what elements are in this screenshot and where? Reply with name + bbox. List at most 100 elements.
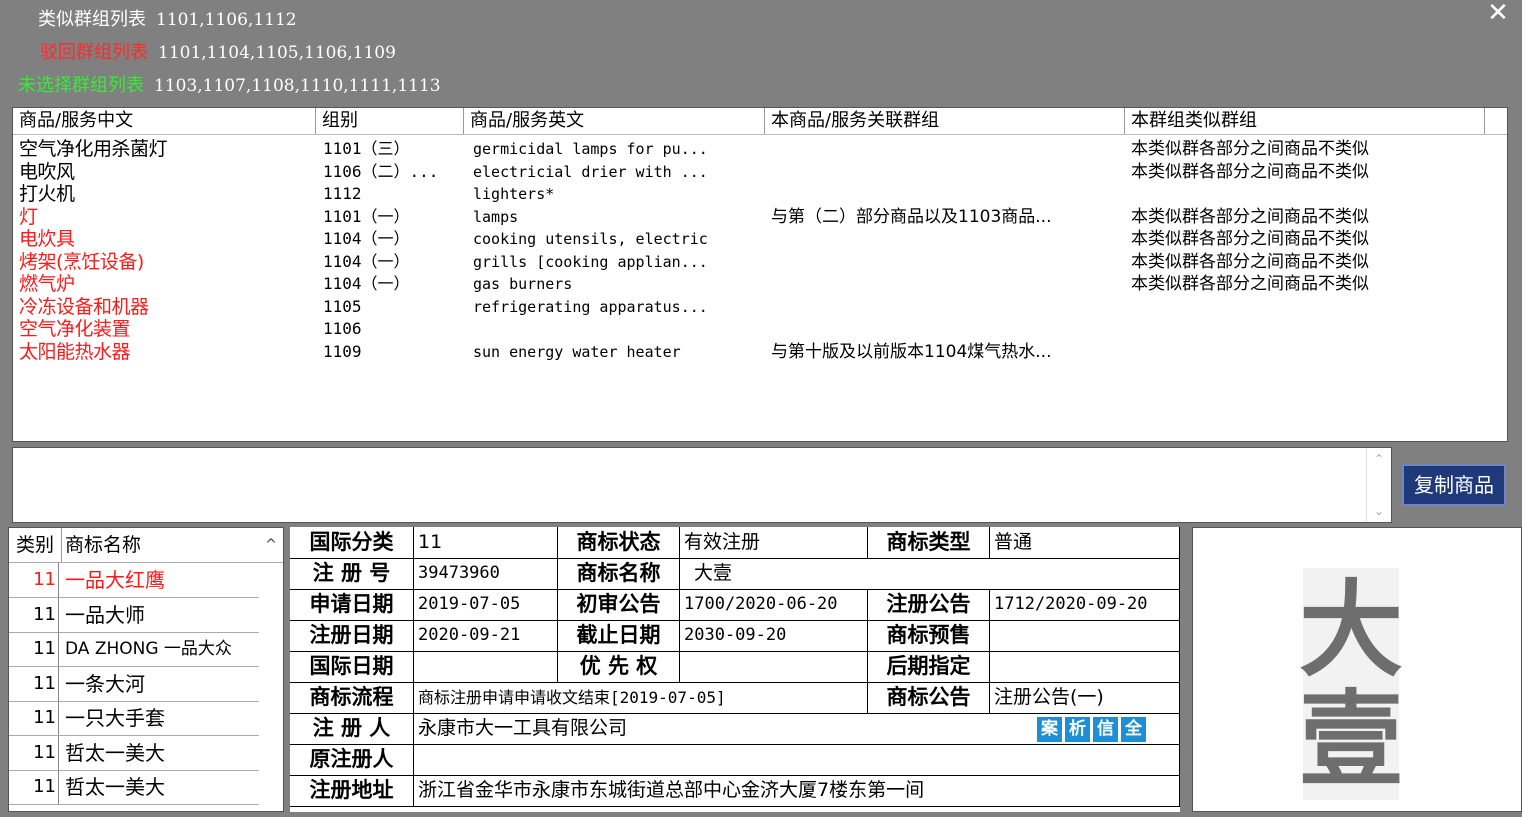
- goods-related: 与第（二）部分商品以及1103商品...: [771, 206, 1052, 227]
- goods-row[interactable]: 烤架(烹饪设备) 1104（一） grills [cooking applian..…: [13, 252, 1507, 275]
- pub-value: 注册公告(一): [990, 682, 1180, 713]
- detail-row: 注册日期 2020-09-21 截止日期 2030-09-20 商标预售: [290, 620, 1180, 652]
- goods-similar: 本类似群各部分之间商品不类似: [1131, 161, 1369, 182]
- trademark-row[interactable]: 11 一条大河: [9, 666, 259, 702]
- col-header-similar[interactable]: 本群组类似群组: [1125, 108, 1485, 134]
- detail-row: 原注册人: [290, 744, 1180, 776]
- reg-date-value: 2020-09-21: [414, 620, 558, 651]
- trademark-row[interactable]: 11 一品大红鹰: [9, 563, 259, 598]
- col-header-en[interactable]: 商品/服务英文: [464, 108, 765, 134]
- goods-text-area[interactable]: ⌃ ⌄: [12, 447, 1392, 523]
- trademark-name-label: 商标名称: [558, 558, 680, 589]
- trademark-name: 哲太一美大: [65, 740, 165, 765]
- trademark-row[interactable]: 11 哲太一美大: [9, 770, 259, 805]
- orig-registrant-value: [414, 744, 1180, 775]
- goods-table[interactable]: 商品/服务中文 组别 商品/服务英文 本商品/服务关联群组 本群组类似群组 空气…: [12, 107, 1508, 442]
- prelim-pub-label: 初审公告: [558, 589, 680, 620]
- goods-similar: 本类似群各部分之间商品不类似: [1131, 229, 1369, 249]
- goods-cn: 太阳能热水器: [19, 341, 131, 363]
- col-header-group[interactable]: 组别: [316, 108, 464, 134]
- goods-related: [771, 229, 1121, 252]
- later-designation-value: [990, 651, 1180, 682]
- trademark-row[interactable]: 11 哲太一美大: [9, 735, 259, 771]
- goods-related: [771, 274, 1121, 297]
- case-button[interactable]: 案: [1037, 717, 1062, 742]
- goods-row[interactable]: 电炊具 1104（一） cooking utensils, electric 本类似群…: [13, 229, 1507, 252]
- scroll-up-icon[interactable]: ⌃: [1367, 452, 1391, 466]
- trademark-row[interactable]: 11 一品大师: [9, 597, 259, 633]
- rejected-groups-value: 1101,1104,1105,1106,1109: [158, 43, 396, 63]
- reg-pub-label: 注册公告: [868, 589, 990, 620]
- trademark-row[interactable]: 11 DA ZHONG 一品大众: [9, 632, 259, 667]
- registrant-label: 注 册 人: [290, 713, 414, 744]
- reg-no-value: 39473960: [414, 558, 558, 589]
- logo-char-2: 壹: [1299, 678, 1403, 801]
- goods-en: lamps: [473, 207, 519, 226]
- goods-en: germicidal lamps for pu...: [473, 140, 708, 158]
- col-header-cn[interactable]: 商品/服务中文: [13, 108, 316, 134]
- goods-group: 1104（一）: [323, 274, 410, 293]
- goods-row[interactable]: 空气净化装置 1106: [13, 319, 1507, 342]
- col-header-class[interactable]: 类别: [9, 528, 62, 562]
- later-designation-label: 后期指定: [868, 651, 990, 682]
- col-header-related[interactable]: 本商品/服务关联群组: [765, 108, 1125, 134]
- col-header-trademark-name[interactable]: 商标名称: [63, 528, 141, 562]
- goods-group: 1109: [323, 341, 362, 361]
- trademark-detail-panel: 国际分类 11 商标状态 有效注册 商标类型 普通 注 册 号 39473960…: [290, 527, 1180, 812]
- trademark-image-panel: 大 壹: [1192, 527, 1522, 812]
- analysis-button[interactable]: 析: [1065, 717, 1090, 742]
- status-value: 有效注册: [680, 527, 868, 558]
- apply-date-label: 申请日期: [290, 589, 414, 620]
- detail-row: 注 册 人 永康市大一工具有限公司 案析信全: [290, 713, 1180, 745]
- goods-related: [771, 139, 1121, 162]
- trademark-row[interactable]: 11 一只大手套: [9, 701, 259, 736]
- goods-similar: [1131, 342, 1481, 365]
- similar-groups-line: 类似群组列表 1101,1106,1112: [38, 6, 297, 34]
- goods-similar: [1131, 297, 1481, 320]
- goods-cn: 电炊具: [19, 229, 75, 250]
- goods-row[interactable]: 太阳能热水器 1109 sun energy water heater 与第十版及以前…: [13, 342, 1507, 365]
- unselected-groups-label: 未选择群组列表: [18, 75, 144, 96]
- goods-en: refrigerating apparatus...: [473, 297, 708, 316]
- goods-group: 1106（二）...: [323, 161, 439, 181]
- trademark-class: 11: [9, 735, 59, 770]
- detail-row: 国际日期 优 先 权 后期指定: [290, 651, 1180, 683]
- expire-date-label: 截止日期: [558, 620, 680, 651]
- scroll-down-icon[interactable]: ⌄: [1367, 504, 1391, 518]
- goods-row[interactable]: 打火机 1112 lighters*: [13, 184, 1507, 207]
- all-button[interactable]: 全: [1121, 717, 1146, 742]
- goods-row[interactable]: 燃气炉 1104（一） gas burners 本类似群各部分之间商品不类似: [13, 274, 1507, 297]
- goods-related: [771, 252, 1121, 275]
- status-label: 商标状态: [558, 527, 680, 558]
- rejected-groups-line: 驳回群组列表 1101,1104,1105,1106,1109: [40, 39, 396, 67]
- goods-row[interactable]: 灯 1101（一） lamps 与第（二）部分商品以及1103商品... 本类似群各部分…: [13, 207, 1507, 230]
- goods-en: cooking utensils, electric: [473, 230, 708, 248]
- apply-date-value: 2019-07-05: [414, 589, 558, 620]
- trademark-list[interactable]: 类别 商标名称 ^ 11 一品大红鹰 11 一品大师 11 DA ZHONG 一品大众 11…: [8, 527, 284, 812]
- trademark-name-value: 大壹: [680, 558, 1180, 589]
- prelim-pub-value: 1700/2020-06-20: [680, 589, 868, 620]
- goods-related: [771, 297, 1121, 320]
- info-button[interactable]: 信: [1093, 717, 1118, 742]
- presale-value: [990, 620, 1180, 651]
- goods-group: 1101（三）: [323, 139, 410, 158]
- copy-goods-button[interactable]: 复制商品: [1402, 464, 1506, 506]
- goods-cn: 燃气炉: [19, 274, 75, 295]
- scroll-up-icon[interactable]: ^: [259, 528, 283, 562]
- detail-row: 商标流程 商标注册申请申请收文结束[2019-07-05] 商标公告 注册公告(…: [290, 682, 1180, 714]
- goods-row[interactable]: 电吹风 1106（二）... electricial drier with ... 本…: [13, 162, 1507, 185]
- goods-cn: 电吹风: [19, 161, 75, 183]
- goods-row[interactable]: 空气净化用杀菌灯 1101（三） germicidal lamps for pu..…: [13, 139, 1507, 162]
- goods-related: [771, 162, 1121, 185]
- trademark-class: 11: [9, 770, 59, 804]
- goods-en: sun energy water heater: [473, 342, 681, 361]
- trademark-name: 一品大师: [65, 602, 145, 627]
- goods-en: gas burners: [473, 275, 573, 293]
- close-icon[interactable]: ✕: [1482, 0, 1514, 26]
- text-area-scrollbar[interactable]: ⌃ ⌄: [1366, 448, 1391, 522]
- goods-group: 1106: [323, 319, 362, 338]
- unselected-groups-value: 1103,1107,1108,1110,1111,1113: [154, 76, 441, 96]
- intl-date-label: 国际日期: [290, 651, 414, 682]
- trademark-name: 一条大河: [65, 671, 145, 696]
- goods-row[interactable]: 冷冻设备和机器 1105 refrigerating apparatus...: [13, 297, 1507, 320]
